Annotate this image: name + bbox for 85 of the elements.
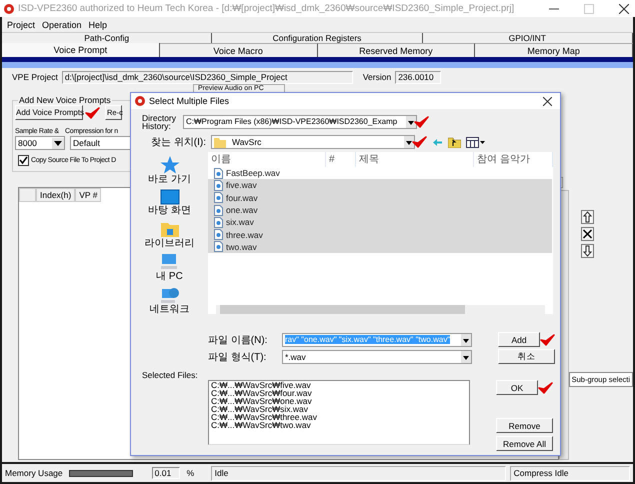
- copy-source-checkbox[interactable]: [18, 155, 29, 166]
- column-header[interactable]: #: [326, 152, 356, 167]
- audio-file-icon: [214, 204, 223, 216]
- check-mark-icon: [540, 334, 555, 346]
- menu-item[interactable]: Project: [7, 20, 36, 30]
- view-menu-icon[interactable]: [466, 136, 485, 148]
- file-row[interactable]: five.wav: [208, 179, 552, 192]
- vpe-project-label: VPE Project: [12, 72, 58, 82]
- place-item[interactable]: 라이브러리: [144, 220, 194, 250]
- table-corner-cell: [19, 188, 36, 202]
- dropdown-arrow-icon: [52, 138, 64, 148]
- status-text: Idle: [210, 466, 506, 480]
- audio-file-icon: [214, 241, 223, 252]
- place-item[interactable]: 네트워크: [150, 286, 190, 316]
- directory-history-label: Directory History:: [142, 114, 178, 130]
- close-icon[interactable]: [543, 96, 552, 106]
- version-field[interactable]: 236.0010: [395, 70, 442, 84]
- remove-button[interactable]: Remove: [496, 418, 553, 433]
- group-title: Add New Voice Prompts: [18, 95, 112, 105]
- place-item[interactable]: 바로 가기: [148, 156, 191, 186]
- folder-icon: [214, 136, 226, 148]
- file-row[interactable]: six.wav: [208, 216, 552, 228]
- selected-file-item[interactable]: C:₩...₩WavSrc₩four.wav: [211, 389, 312, 397]
- column-header[interactable]: VP #: [75, 188, 102, 202]
- audio-file-icon: [214, 229, 223, 240]
- check-mark-icon: [412, 136, 427, 148]
- column-header[interactable]: 참여 음악가: [474, 152, 553, 167]
- selected-file-item[interactable]: C:₩...₩WavSrc₩five.wav: [211, 381, 311, 389]
- desktop-icon: [160, 189, 180, 205]
- network-icon: [160, 286, 180, 304]
- close-icon[interactable]: [619, 4, 629, 14]
- file-row[interactable]: one.wav: [208, 204, 552, 216]
- selected-file-item[interactable]: C:₩...₩WavSrc₩two.wav: [211, 421, 311, 429]
- selected-files-label: Selected Files:: [141, 369, 199, 382]
- column-header[interactable]: Index(h): [36, 188, 76, 202]
- file-row[interactable]: three.wav: [208, 228, 552, 241]
- check-mark-icon: [414, 116, 429, 128]
- column-header[interactable]: 제목: [356, 152, 474, 167]
- selected-file-item[interactable]: C:₩...₩WavSrc₩three.wav: [211, 413, 317, 421]
- file-type-label: 파일 형식(T):: [207, 350, 268, 364]
- ok-button[interactable]: OK: [496, 380, 538, 395]
- compress-status: Compress Idle: [510, 466, 630, 480]
- check-mark-icon: [538, 382, 553, 394]
- directory-history-dropdown[interactable]: C:₩Program Files (x86)₩ISD-VPE2360₩ISD2360_Examp: [183, 114, 417, 128]
- dialog-title: Select Multiple Files: [149, 96, 230, 106]
- tab[interactable]: Configuration Registers: [212, 33, 423, 43]
- vpe-project-field[interactable]: d:\[project]\isd_dmk_2360\source\ISD2360_Simple_Project: [62, 70, 353, 84]
- menu-item[interactable]: Operation: [42, 20, 82, 30]
- computer-icon: [159, 253, 180, 271]
- file-row[interactable]: two.wav: [208, 240, 552, 254]
- file-type-dropdown[interactable]: *.wav: [282, 350, 472, 364]
- version-label: Version: [362, 72, 392, 82]
- percent-label: %: [186, 468, 196, 478]
- add-button[interactable]: Add: [498, 332, 540, 347]
- memory-usage-label: Memory Usage: [5, 468, 63, 478]
- look-in-label: 찾는 위치(I):: [150, 136, 206, 149]
- sample-rate-dropdown[interactable]: 8000: [15, 136, 65, 150]
- tab[interactable]: GPIO/INT: [422, 33, 633, 43]
- file-name-label: 파일 이름(N):: [207, 334, 268, 346]
- memory-usage-field: 0.01: [152, 467, 180, 479]
- window-title: ISD-VPE2360 authorized to Heum Tech Korea - [d:₩[project]₩isd_dmk_2360₩source₩ISD2360_Simple_Project.prj]: [18, 3, 514, 14]
- menu-item[interactable]: Help: [88, 20, 108, 30]
- audio-file-icon: [214, 180, 223, 191]
- column-header[interactable]: 이름: [208, 152, 326, 167]
- selected-file-item[interactable]: C:₩...₩WavSrc₩six.wav: [211, 405, 308, 413]
- folder-up-icon[interactable]: [448, 136, 461, 148]
- tab[interactable]: Voice Prompt: [2, 43, 160, 57]
- star-icon: [160, 156, 180, 174]
- file-row[interactable]: FastBeep.wav: [208, 167, 552, 180]
- place-item[interactable]: 내 PC: [156, 253, 183, 283]
- file-row[interactable]: four.wav: [208, 192, 552, 204]
- delete-icon[interactable]: [580, 227, 594, 241]
- up-arrow-icon[interactable]: [580, 210, 594, 224]
- library-icon: [160, 220, 180, 238]
- look-in-dropdown[interactable]: WavSrc: [211, 135, 415, 149]
- place-item[interactable]: 바탕 화면: [148, 189, 191, 217]
- audio-file-icon: [214, 168, 223, 179]
- audio-file-icon: [214, 192, 223, 204]
- down-arrow-icon[interactable]: [580, 244, 594, 258]
- horizontal-scrollbar[interactable]: [216, 305, 545, 314]
- selected-file-item[interactable]: C:₩...₩WavSrc₩one.wav: [211, 397, 312, 405]
- remove-all-button[interactable]: Remove All: [496, 436, 553, 451]
- app-logo-icon: [3, 2, 15, 14]
- audio-file-icon: [214, 216, 223, 228]
- cancel-button[interactable]: 취소: [498, 349, 555, 364]
